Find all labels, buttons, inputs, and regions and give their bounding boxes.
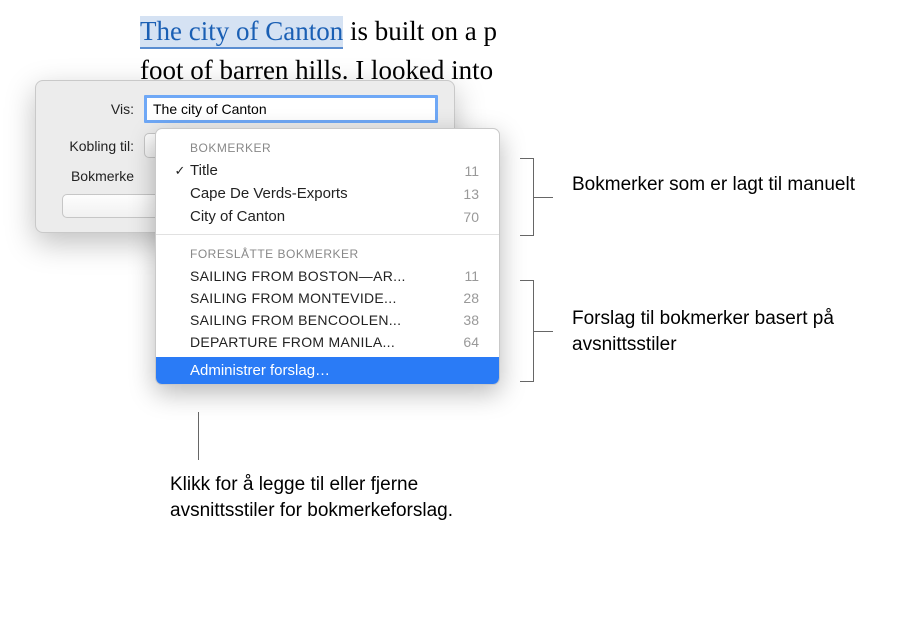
callout-suggested-bookmarks: Forslag til bokmerker basert på avsnitts… xyxy=(572,306,882,357)
vis-label: Vis: xyxy=(52,101,144,117)
callout-bracket xyxy=(520,280,534,382)
document-text: The city of Canton is built on a p foot … xyxy=(140,12,497,90)
suggested-item-page: 38 xyxy=(451,312,479,328)
suggested-item-label: SAILING FROM BOSTON—AR... xyxy=(190,268,452,284)
suggested-item-label: DEPARTURE FROM MANILA... xyxy=(190,334,451,350)
bookmark-item-label: Cape De Verds-Exports xyxy=(190,185,451,202)
suggested-bookmark-item[interactable]: SAILING FROM BOSTON—AR... 11 xyxy=(156,265,499,287)
menu-separator xyxy=(156,234,499,235)
suggested-item-label: SAILING FROM MONTEVIDE... xyxy=(190,290,451,306)
callout-bracket xyxy=(520,158,534,236)
bookmark-item-label: City of Canton xyxy=(190,208,451,225)
callout-manage-suggestions: Klikk for å legge til eller fjerne avsni… xyxy=(170,472,470,523)
link-to-label: Kobling til: xyxy=(52,138,144,154)
suggested-bookmark-item[interactable]: DEPARTURE FROM MANILA... 64 xyxy=(156,331,499,353)
checkmark-icon: ✓ xyxy=(170,163,190,179)
callout-leader xyxy=(198,412,199,460)
bookmark-label: Bokmerke xyxy=(52,168,144,184)
bookmark-item-page: 11 xyxy=(452,163,479,179)
suggested-item-label: SAILING FROM BENCOOLEN... xyxy=(190,312,451,328)
bookmark-dropdown: BOKMERKER ✓ Title 11 Cape De Verds-Expor… xyxy=(155,128,500,385)
bookmark-item-page: 13 xyxy=(451,186,479,202)
hyperlink-text[interactable]: The city of Canton xyxy=(140,16,343,49)
bookmarks-section-header: BOKMERKER xyxy=(156,135,499,159)
bookmark-item-page: 70 xyxy=(451,209,479,225)
manage-suggestions-item[interactable]: Administrer forslag… xyxy=(156,357,499,384)
callout-manual-bookmarks: Bokmerker som er lagt til manuelt xyxy=(572,172,872,198)
bookmark-item[interactable]: ✓ Title 11 xyxy=(156,159,499,182)
suggested-bookmark-item[interactable]: SAILING FROM MONTEVIDE... 28 xyxy=(156,287,499,309)
manage-suggestions-label: Administrer forslag… xyxy=(190,362,479,379)
bookmark-item-label: Title xyxy=(190,162,452,179)
suggested-item-page: 28 xyxy=(451,290,479,306)
bookmark-item[interactable]: City of Canton 70 xyxy=(156,205,499,228)
suggested-section-header: FORESLÅTTE BOKMERKER xyxy=(156,241,499,265)
suggested-bookmark-item[interactable]: SAILING FROM BENCOOLEN... 38 xyxy=(156,309,499,331)
suggested-item-page: 11 xyxy=(452,268,479,284)
suggested-item-page: 64 xyxy=(451,334,479,350)
display-text-input[interactable] xyxy=(144,95,438,123)
doc-fragment-1: is built on a p xyxy=(343,16,497,46)
bookmark-item[interactable]: Cape De Verds-Exports 13 xyxy=(156,182,499,205)
